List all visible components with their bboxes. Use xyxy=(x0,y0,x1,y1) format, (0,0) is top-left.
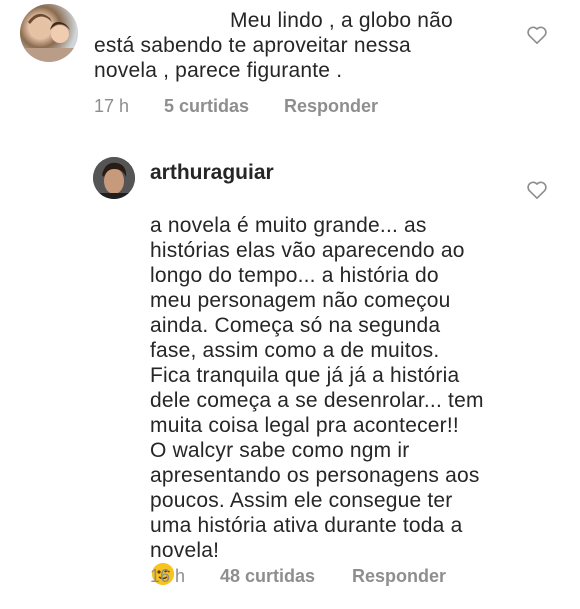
avatar[interactable] xyxy=(93,157,135,199)
comment-2: arthuraguiar a novela é muito grande... … xyxy=(0,0,580,586)
comment-meta: 16 h 48 curtidas Responder xyxy=(150,566,446,587)
username[interactable]: arthuraguiar xyxy=(150,161,274,185)
heart-outline-icon[interactable] xyxy=(526,180,548,200)
comment-text: a novela é muito grande... as histórias … xyxy=(150,188,520,609)
likes-count[interactable]: 48 curtidas xyxy=(220,566,352,587)
reply-button[interactable]: Responder xyxy=(352,566,446,587)
comment-body: a novela é muito grande... as histórias … xyxy=(150,214,484,562)
timestamp: 16 h xyxy=(150,566,186,586)
